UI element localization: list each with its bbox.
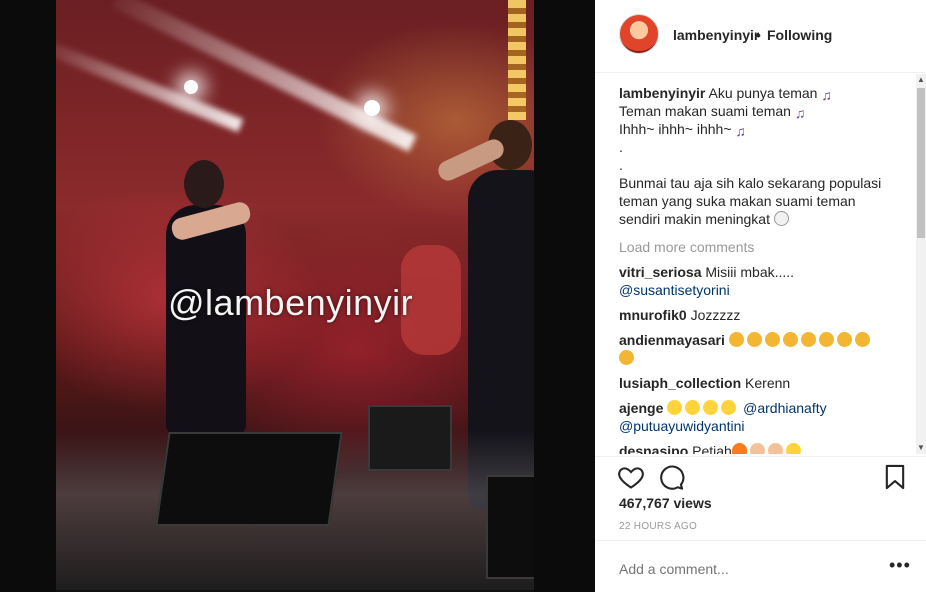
clapping-emoji-icon (728, 332, 744, 347)
post-media[interactable]: @lambenyinyir (0, 0, 595, 592)
scroll-down-arrow-icon[interactable]: ▼ (916, 442, 926, 454)
separator-dot: • (756, 27, 761, 43)
comments-scrollbar[interactable]: ▲ ▼ (916, 74, 926, 454)
list-item: desnasipo Petjah (619, 442, 909, 454)
list-item: ajenge @ardhianafty @putuayuwidyantini (619, 399, 909, 435)
tears-of-joy-emoji-icon (703, 400, 719, 415)
stage-monitor-speaker (368, 405, 452, 471)
comment-text: Jozzzzz (690, 307, 741, 323)
fire-emoji-icon (731, 443, 747, 454)
caption-username[interactable]: lambenyinyir (619, 85, 705, 101)
caption-line: teman yang suka makan suami teman (619, 193, 856, 209)
comment-text: Kerenn (745, 375, 791, 391)
comment-username[interactable]: vitri_seriosa (619, 264, 702, 280)
stage-spotlight (184, 80, 198, 94)
tears-of-joy-emoji-icon (785, 443, 801, 454)
caption-line: Teman makan suami teman (619, 103, 791, 119)
music-note-icon: ♫ (794, 105, 806, 121)
caption-line: Ihhh~ ihhh~ ihhh~ (619, 121, 732, 137)
bookmark-icon[interactable] (881, 463, 909, 491)
add-comment-bar: ••• (595, 540, 926, 593)
music-note-icon: ♫ (735, 123, 746, 139)
avatar[interactable] (619, 14, 659, 54)
comment-text: Misiii mbak..... (705, 264, 795, 280)
caption-line: Bunmai tau aja sih kalo sekarang populas… (619, 175, 882, 191)
post-panel: lambenyinyir • Following lambenyinyir Ak… (595, 0, 926, 592)
tears-of-joy-emoji-icon (685, 400, 701, 415)
stage-monitor-speaker (486, 475, 534, 579)
letterbox-right (534, 0, 595, 592)
caption-line: Aku punya teman (708, 85, 818, 101)
stage-bulbs (508, 0, 526, 120)
caption-line: . (619, 157, 623, 173)
clapping-emoji-icon (746, 332, 762, 347)
clap-hands-emoji-icon (749, 443, 765, 454)
list-item: lusiaph_collection Kerenn (619, 374, 909, 392)
comments-list[interactable]: lambenyinyir Aku punya teman ♫ Teman mak… (619, 84, 909, 454)
caption-line: . (619, 139, 623, 155)
music-note-icon: ♫ (821, 87, 832, 103)
clap-hands-emoji-icon (767, 443, 783, 454)
comment-username[interactable]: lusiaph_collection (619, 375, 741, 391)
clapping-emoji-icon (800, 332, 816, 347)
caption-line: sendiri makin meningkat (619, 211, 770, 227)
clapping-emoji-icon (854, 332, 870, 347)
heart-icon[interactable] (617, 463, 645, 491)
comment-username[interactable]: desnasipo (619, 443, 688, 454)
comment-username[interactable]: mnurofik0 (619, 307, 687, 323)
clapping-emoji-icon (619, 350, 634, 365)
comment-text: Petjah (692, 443, 732, 454)
comment-mention-link[interactable]: @ardhianafty (743, 400, 826, 416)
tears-of-joy-emoji-icon (667, 400, 683, 415)
ghost-emoji-icon (773, 211, 789, 226)
scrollbar-thumb[interactable] (917, 88, 925, 238)
stage-spotlight (364, 100, 380, 116)
comment-input[interactable] (619, 561, 859, 577)
clapping-emoji-icon (818, 332, 834, 347)
stage-light-beam (112, 0, 417, 152)
list-item: vitri_seriosa Misiii mbak..... @susantis… (619, 263, 909, 299)
view-count[interactable]: 467,767 views (619, 495, 712, 511)
video-watermark: @lambenyinyir (168, 282, 414, 323)
scroll-up-arrow-icon[interactable]: ▲ (916, 74, 926, 86)
letterbox-left (0, 0, 56, 592)
following-button[interactable]: Following (767, 27, 832, 43)
load-more-comments-link[interactable]: Load more comments (619, 238, 909, 256)
singer-left-head (184, 160, 224, 208)
more-options-icon[interactable]: ••• (889, 555, 911, 576)
comment-username[interactable]: ajenge (619, 400, 663, 416)
clapping-emoji-icon (764, 332, 780, 347)
stage-monitor-speaker (155, 432, 343, 526)
list-item: mnurofik0 Jozzzzz (619, 306, 909, 324)
post-header: lambenyinyir • Following (595, 0, 926, 73)
tears-of-joy-emoji-icon (721, 400, 737, 415)
list-item: andienmayasari (619, 331, 909, 367)
clapping-emoji-icon (836, 332, 852, 347)
video-frame[interactable]: @lambenyinyir (56, 0, 534, 592)
comment-mention-link[interactable]: @putuayuwidyantini (619, 418, 745, 434)
caption: lambenyinyir Aku punya teman ♫ Teman mak… (619, 84, 909, 228)
clapping-emoji-icon (782, 332, 798, 347)
comment-username[interactable]: andienmayasari (619, 332, 725, 348)
post-timestamp[interactable]: 22 HOURS AGO (619, 521, 697, 532)
comment-icon[interactable] (657, 463, 685, 491)
comment-mention-link[interactable]: @susantisetyorini (619, 282, 730, 298)
header-username[interactable]: lambenyinyir (673, 27, 759, 43)
